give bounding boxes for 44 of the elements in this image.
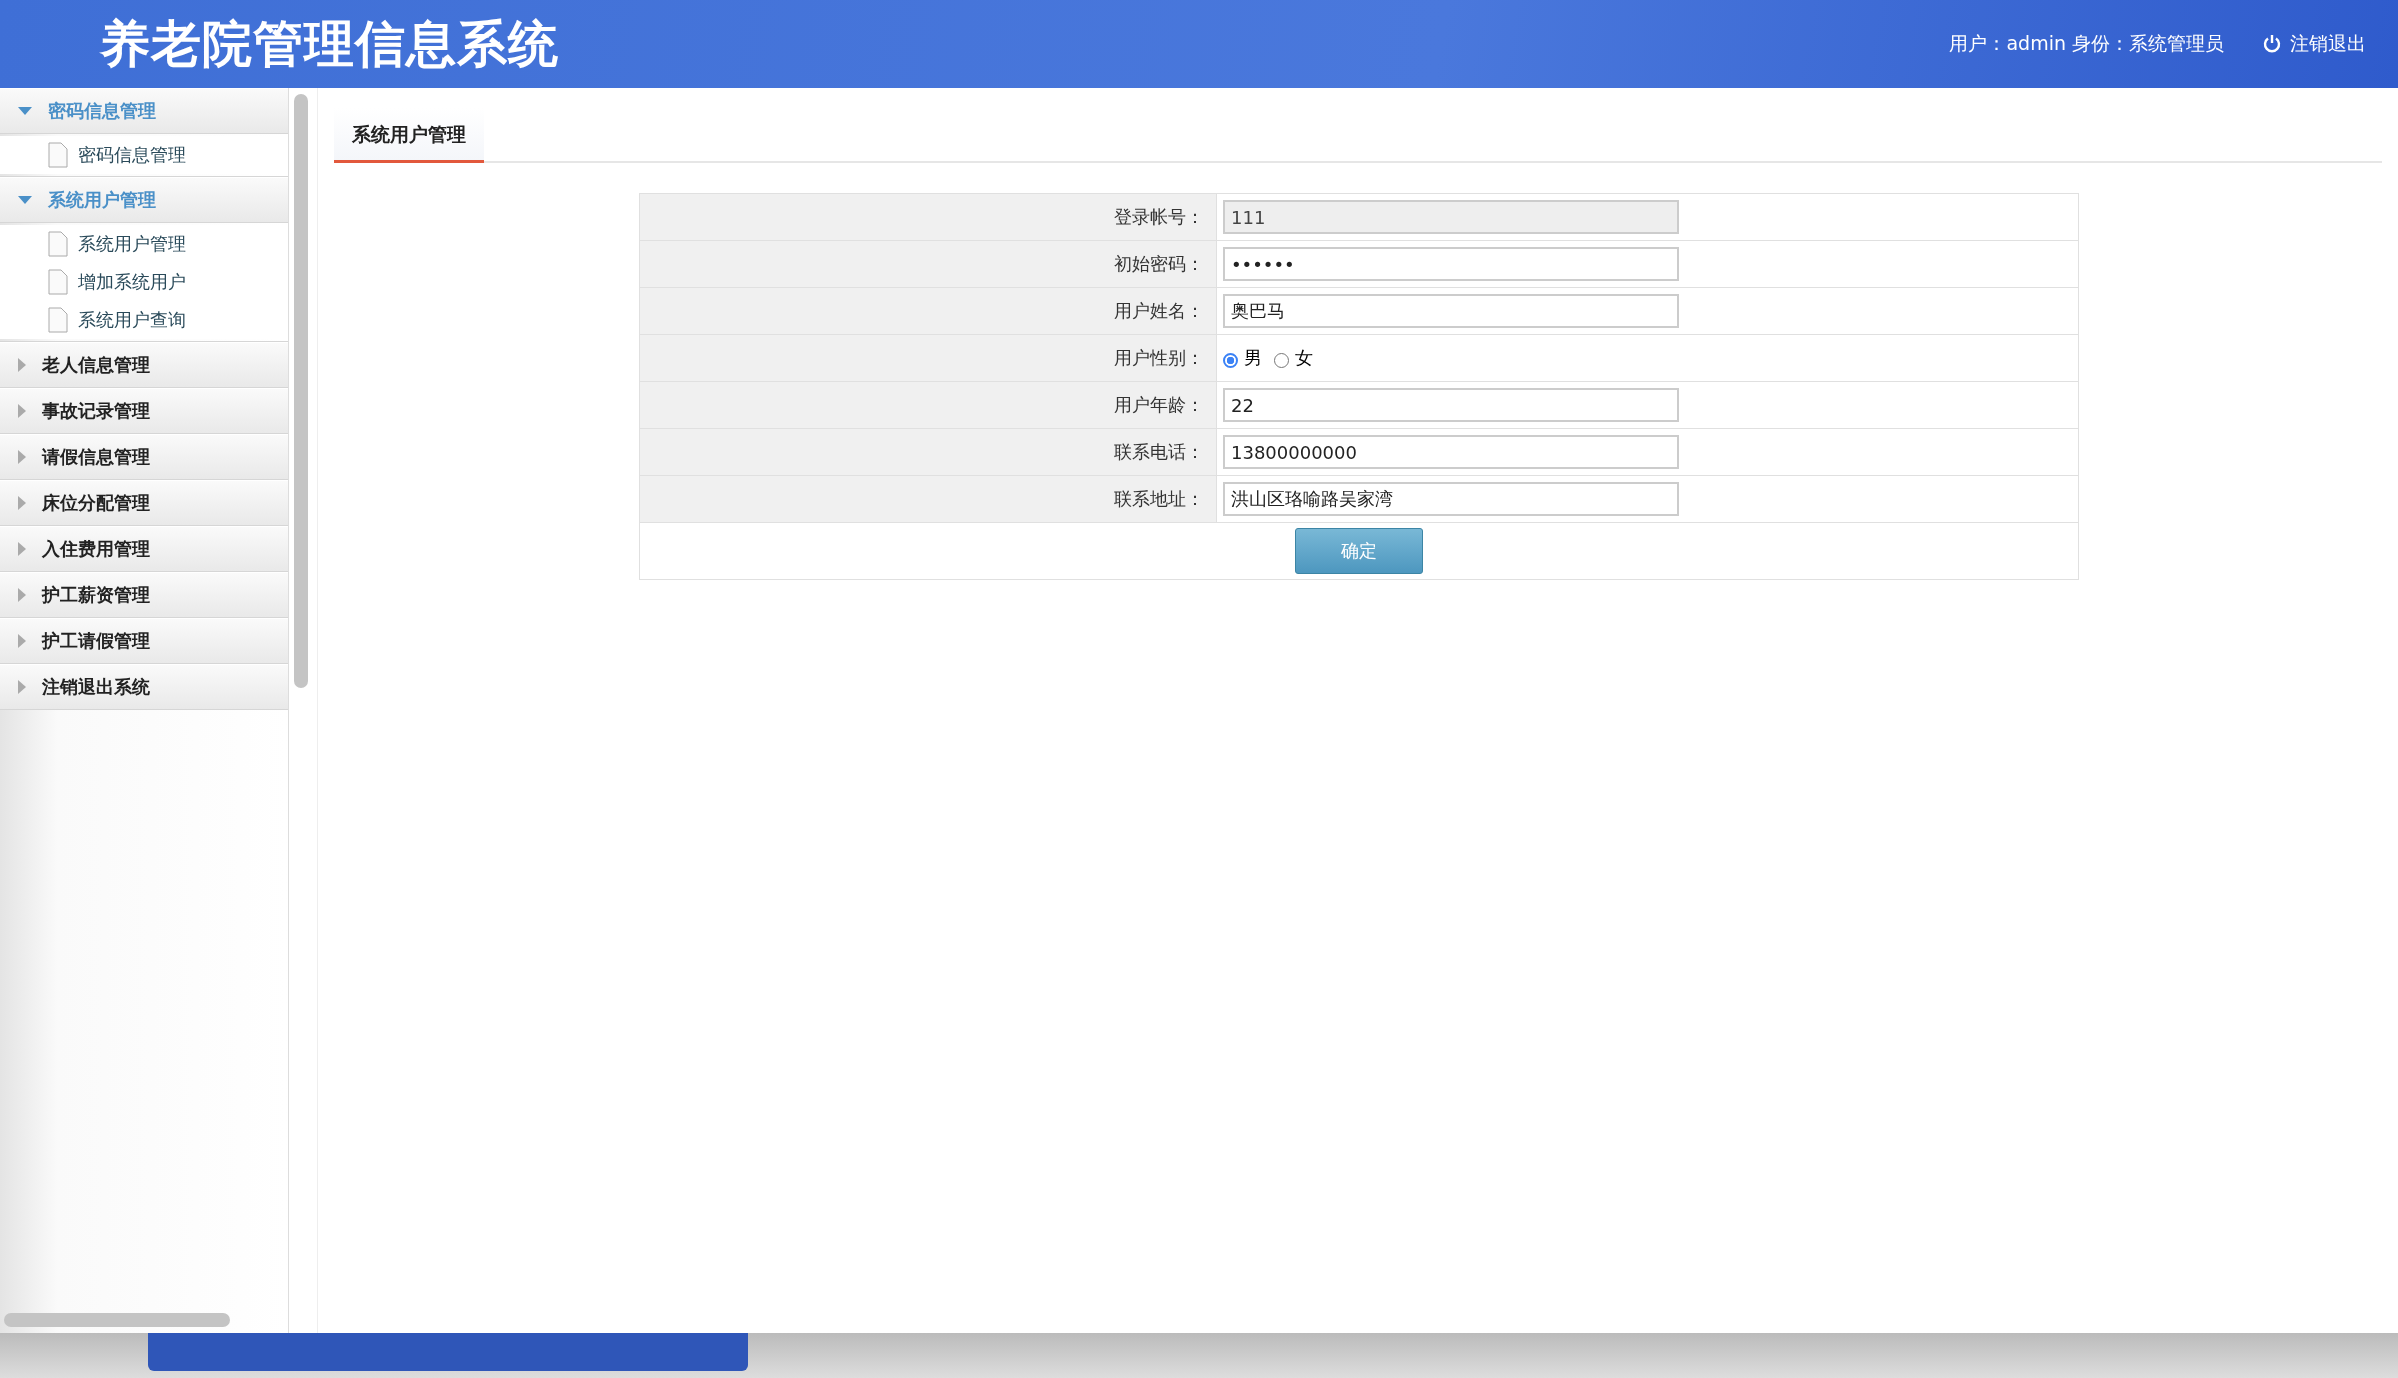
user-info: 用户：admin 身份：系统管理员 xyxy=(1949,31,2224,56)
menu-group[interactable]: 事故记录管理 xyxy=(0,388,288,434)
menu-group[interactable]: 床位分配管理 xyxy=(0,480,288,526)
caret-right-icon xyxy=(18,634,26,648)
caret-down-icon xyxy=(18,107,32,115)
input-field[interactable]: •••••• xyxy=(1223,247,1679,281)
field-label: 用户年龄： xyxy=(1114,394,1205,415)
radio-label: 男 xyxy=(1244,346,1262,370)
caret-right-icon xyxy=(18,542,26,556)
scrollbar-thumb[interactable] xyxy=(294,94,308,688)
menu-group[interactable]: 护工薪资管理 xyxy=(0,572,288,618)
radio-button[interactable] xyxy=(1274,352,1289,368)
caret-down-icon xyxy=(18,196,32,204)
caret-right-icon xyxy=(18,496,26,510)
menu-group[interactable]: 注销退出系统 xyxy=(0,664,288,710)
app-title: 养老院管理信息系统 xyxy=(100,13,559,75)
caret-right-icon xyxy=(18,588,26,602)
field-label: 联系电话： xyxy=(1114,441,1205,462)
menu-group[interactable]: 护工请假管理 xyxy=(0,618,288,664)
menu-group[interactable]: 请假信息管理 xyxy=(0,434,288,480)
document-icon xyxy=(48,231,68,257)
menu-group[interactable]: 老人信息管理 xyxy=(0,342,288,388)
field-label: 用户性别： xyxy=(1114,347,1205,368)
document-icon xyxy=(48,269,68,295)
menu-group[interactable]: 入住费用管理 xyxy=(0,526,288,572)
input-field[interactable]: 洪山区珞喻路吴家湾 xyxy=(1223,482,1679,516)
caret-right-icon xyxy=(18,680,26,694)
field-label: 登录帐号： xyxy=(1114,206,1205,227)
document-icon xyxy=(48,142,68,168)
caret-right-icon xyxy=(18,404,26,418)
caret-right-icon xyxy=(18,450,26,464)
scrollbar-thumb[interactable] xyxy=(4,1313,230,1327)
field-label: 联系地址： xyxy=(1114,488,1205,509)
field-label: 初始密码： xyxy=(1114,253,1205,274)
logout-link[interactable]: 注销退出 xyxy=(2262,31,2366,57)
input-field[interactable]: 22 xyxy=(1223,388,1679,422)
caret-right-icon xyxy=(18,358,26,372)
document-icon xyxy=(48,307,68,333)
input-field[interactable]: 奥巴马 xyxy=(1223,294,1679,328)
radio-button[interactable] xyxy=(1223,352,1238,368)
radio-label: 女 xyxy=(1295,346,1313,370)
power-icon xyxy=(2262,34,2282,54)
field-label: 用户姓名： xyxy=(1114,300,1205,321)
input-field[interactable]: 13800000000 xyxy=(1223,435,1679,469)
